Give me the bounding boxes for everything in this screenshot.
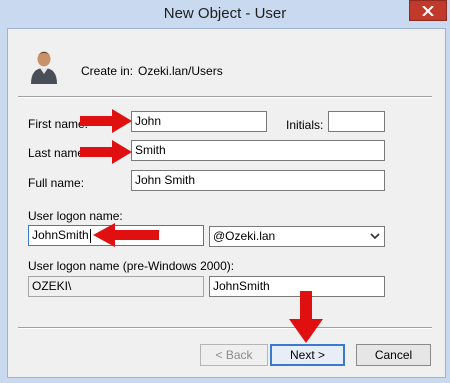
cancel-button[interactable]: Cancel bbox=[356, 344, 431, 366]
create-in-label: Create in: bbox=[81, 64, 134, 78]
initials-input[interactable] bbox=[328, 111, 385, 132]
arrow-right-icon bbox=[80, 109, 132, 133]
chevron-down-icon bbox=[370, 233, 380, 240]
first-name-label: First name: bbox=[28, 117, 89, 131]
arrow-left-icon bbox=[93, 223, 159, 247]
arrow-down-icon bbox=[289, 291, 323, 343]
initials-label: Initials: bbox=[286, 118, 324, 132]
text-caret bbox=[89, 228, 91, 243]
back-button[interactable]: < Back bbox=[200, 344, 268, 366]
pre2000-label: User logon name (pre-Windows 2000): bbox=[28, 259, 235, 273]
next-button[interactable]: Next > bbox=[270, 344, 345, 366]
arrow-right-icon bbox=[80, 140, 132, 164]
title-bar[interactable]: New Object - User bbox=[0, 0, 450, 28]
full-name-label: Full name: bbox=[28, 176, 85, 190]
dialog-window: New Object - User Create in: Ozeki.lan/U… bbox=[0, 0, 450, 383]
last-name-label: Last name: bbox=[28, 146, 88, 160]
separator-highlight bbox=[18, 97, 432, 98]
domain-select-value: @Ozeki.lan bbox=[213, 229, 276, 243]
user-icon bbox=[31, 51, 57, 84]
logon-name-label: User logon name: bbox=[28, 209, 123, 223]
logon-name-value: JohnSmith bbox=[32, 228, 89, 242]
full-name-input[interactable]: John Smith bbox=[131, 170, 385, 191]
first-name-input[interactable]: John bbox=[131, 111, 267, 132]
close-button[interactable] bbox=[409, 0, 447, 21]
dialog-client-area bbox=[7, 28, 446, 378]
last-name-input[interactable]: Smith bbox=[131, 140, 385, 161]
pre2000-domain-field: OZEKI\ bbox=[28, 276, 204, 297]
window-title: New Object - User bbox=[163, 5, 287, 22]
separator-bottom-highlight bbox=[18, 328, 432, 329]
domain-select[interactable]: @Ozeki.lan bbox=[209, 226, 385, 247]
close-icon bbox=[422, 5, 434, 16]
create-in-value: Ozeki.lan/Users bbox=[138, 64, 223, 78]
